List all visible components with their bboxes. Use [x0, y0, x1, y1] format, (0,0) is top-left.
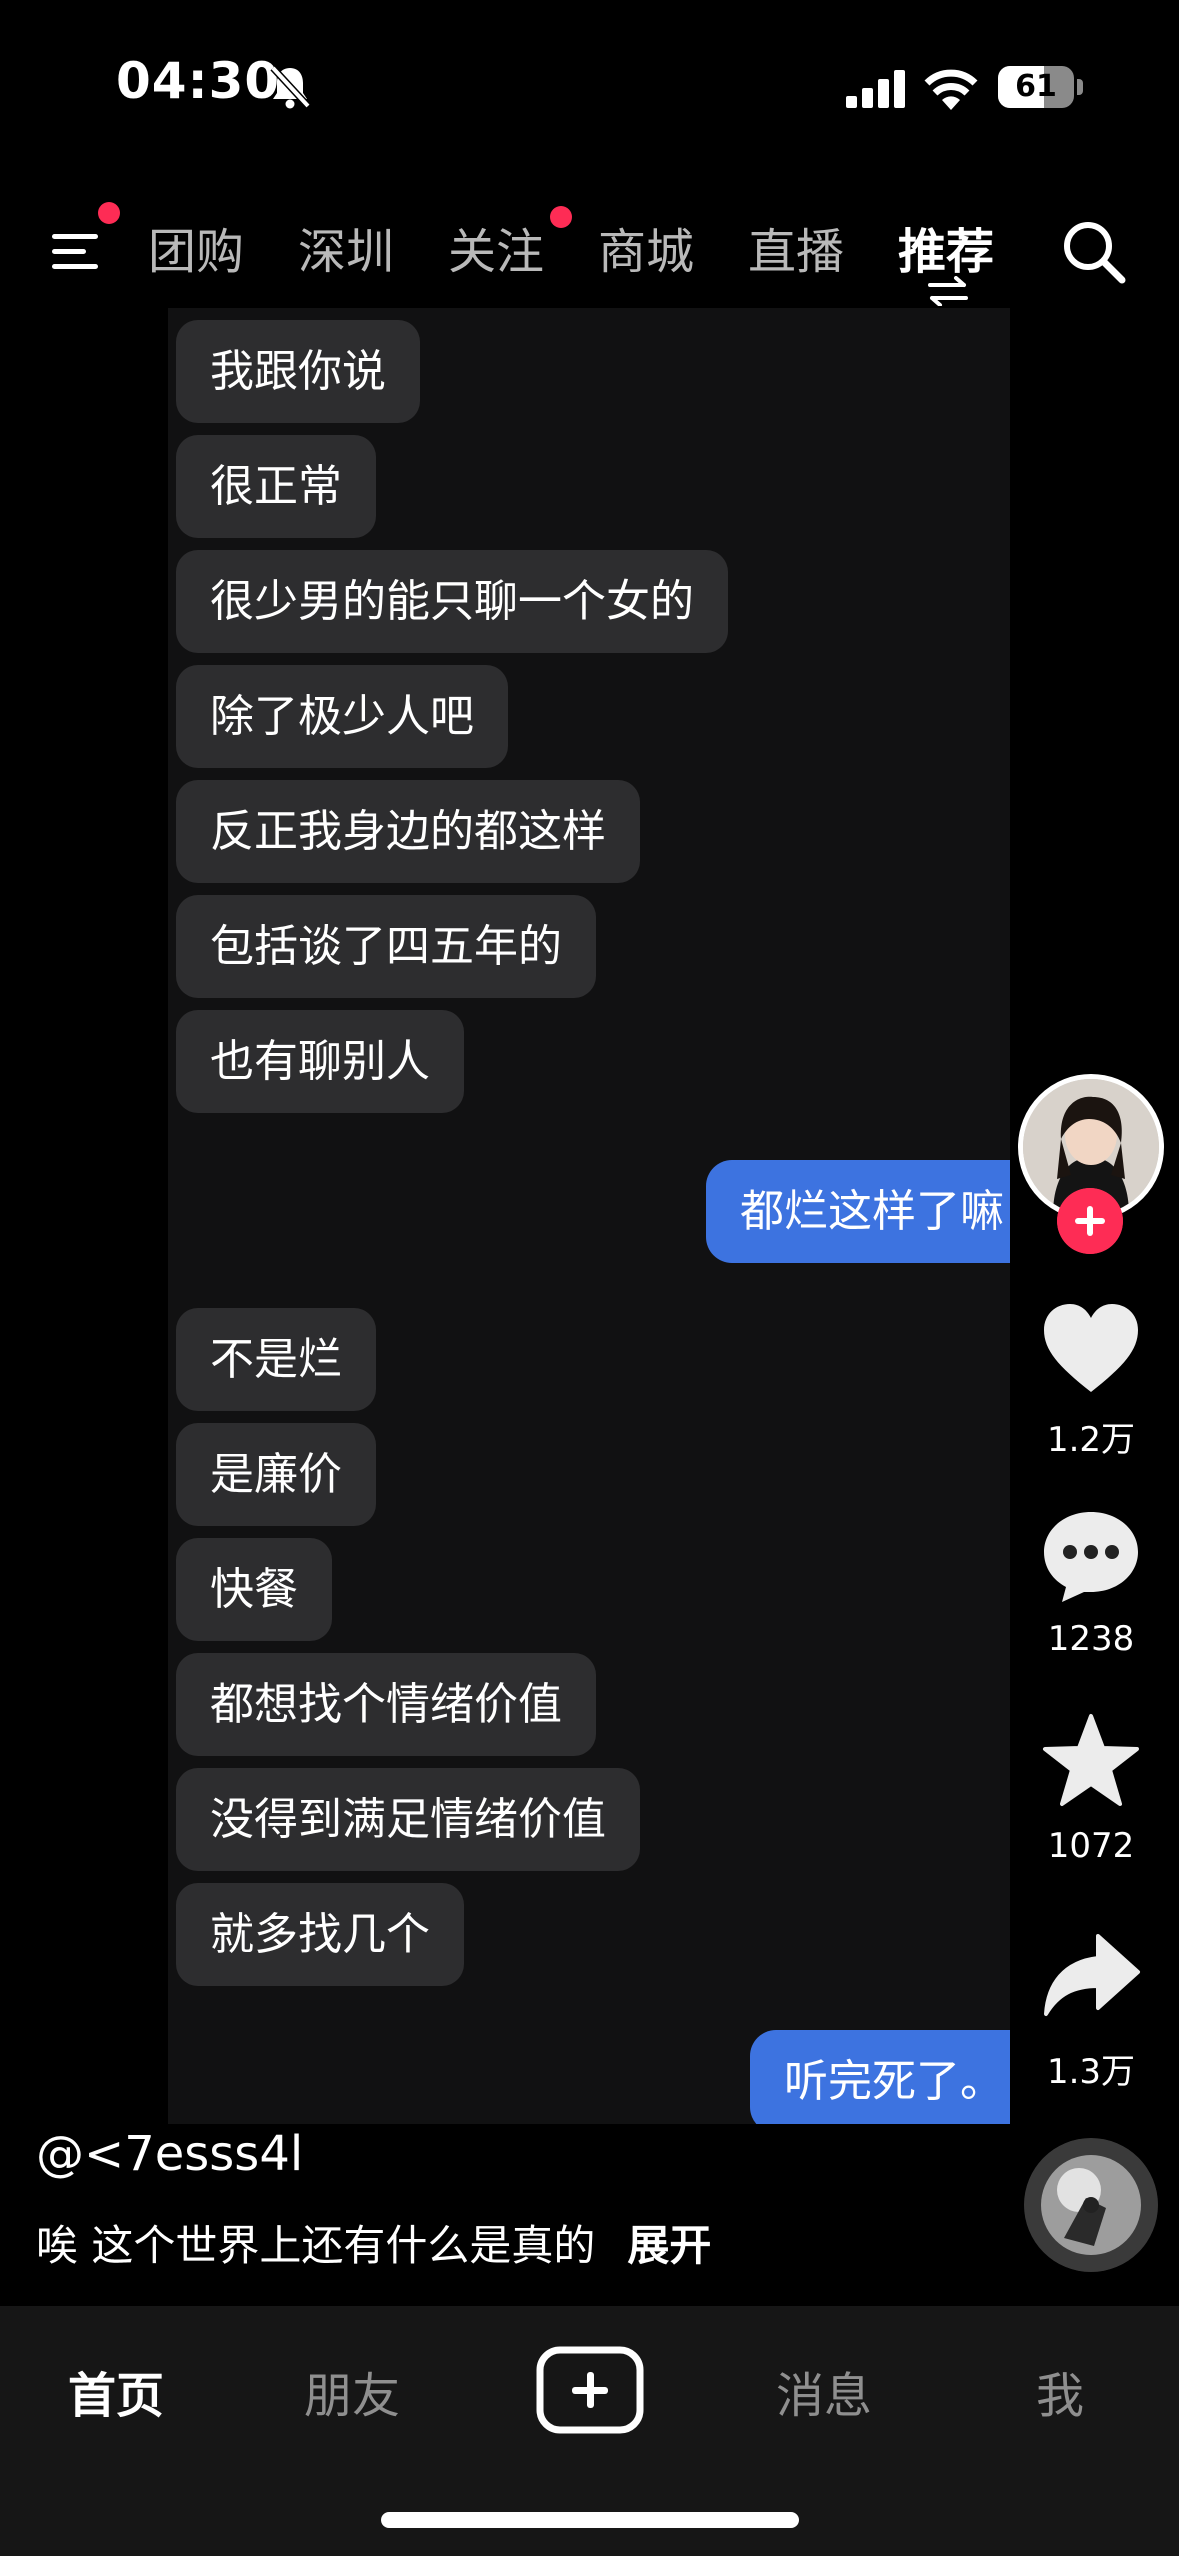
chat-bubble-received: 很少男的能只聊一个女的 — [176, 550, 728, 653]
chat-bubble-received: 包括谈了四五年的 — [176, 895, 596, 998]
menu-notification-dot — [98, 202, 120, 224]
chat-bubble-received: 也有聊别人 — [176, 1010, 464, 1113]
tab-live[interactable]: 直播 — [748, 212, 844, 282]
create-plus-icon[interactable] — [536, 2346, 644, 2434]
chat-bubble-received: 除了极少人吧 — [176, 665, 508, 768]
top-nav: 团购 深圳 关注 商城 直播 推荐 — [0, 190, 1179, 310]
battery-icon: 61 — [998, 66, 1074, 108]
tab-friends[interactable]: 朋友 — [272, 2356, 432, 2426]
chat-bubble-received: 反正我身边的都这样 — [176, 780, 640, 883]
share-arrow-icon[interactable] — [1040, 1928, 1142, 2028]
tab-messages[interactable]: 消息 — [744, 2356, 904, 2426]
expand-caption-button[interactable]: 展开 — [627, 2212, 711, 2273]
battery-percent: 61 — [1015, 69, 1057, 104]
chat-bubble-received: 都想找个情绪价值 — [176, 1653, 596, 1756]
heart-icon[interactable] — [1040, 1300, 1142, 1400]
switch-arrows-icon — [928, 276, 968, 306]
favorite-count: 1072 — [1047, 1826, 1135, 1866]
chat-bubble-received: 我跟你说 — [176, 320, 420, 423]
status-time: 04:30 — [116, 52, 281, 110]
chat-bubble-received: 没得到满足情绪价值 — [176, 1768, 640, 1871]
tab-following[interactable]: 关注 — [448, 212, 544, 282]
search-icon[interactable] — [1058, 216, 1130, 288]
author-handle[interactable]: @<7esss4l — [36, 2126, 303, 2182]
wifi-icon — [924, 69, 978, 110]
chat-bubble-sent: 都烂这样了嘛 — [706, 1160, 1010, 1263]
comment-icon[interactable] — [1040, 1506, 1142, 1606]
cellular-signal-icon — [846, 70, 905, 108]
video-caption: 唉 这个世界上还有什么是真的 展开 — [36, 2212, 711, 2273]
video-player[interactable]: 我跟你说 很正常 很少男的能只聊一个女的 除了极少人吧 反正我身边的都这样 包括… — [168, 308, 1010, 2124]
home-indicator[interactable] — [381, 2512, 799, 2528]
follow-plus-button[interactable] — [1057, 1188, 1123, 1254]
battery-indicator: 61 — [998, 66, 1084, 108]
chat-bubble-received: 不是烂 — [176, 1308, 376, 1411]
tab-shenzhen[interactable]: 深圳 — [298, 212, 394, 282]
chat-bubble-received: 就多找几个 — [176, 1883, 464, 1986]
bell-muted-icon — [270, 65, 311, 109]
tab-recommended[interactable]: 推荐 — [898, 212, 994, 282]
share-count: 1.3万 — [1046, 2052, 1136, 2092]
star-favorite-icon[interactable] — [1040, 1712, 1142, 1812]
tab-group-buy[interactable]: 团购 — [148, 212, 244, 282]
status-bar: 04:30 61 — [0, 0, 1179, 175]
music-disc[interactable] — [1024, 2138, 1158, 2272]
tab-home[interactable]: 首页 — [36, 2356, 196, 2426]
chat-bubble-received: 快餐 — [176, 1538, 332, 1641]
following-notification-dot — [550, 206, 572, 228]
like-count: 1.2万 — [1046, 1420, 1136, 1460]
comment-count: 1238 — [1047, 1619, 1135, 1659]
caption-text: 唉 这个世界上还有什么是真的 — [36, 2221, 596, 2270]
menu-icon[interactable] — [50, 220, 120, 280]
tab-mall[interactable]: 商城 — [598, 212, 694, 282]
chat-bubble-received: 是廉价 — [176, 1423, 376, 1526]
music-disc-icon — [1024, 2138, 1158, 2272]
battery-cap — [1077, 79, 1083, 95]
tab-me[interactable]: 我 — [980, 2356, 1140, 2426]
chat-bubble-sent: 听完死了。 — [750, 2030, 1010, 2124]
chat-bubble-received: 很正常 — [176, 435, 376, 538]
